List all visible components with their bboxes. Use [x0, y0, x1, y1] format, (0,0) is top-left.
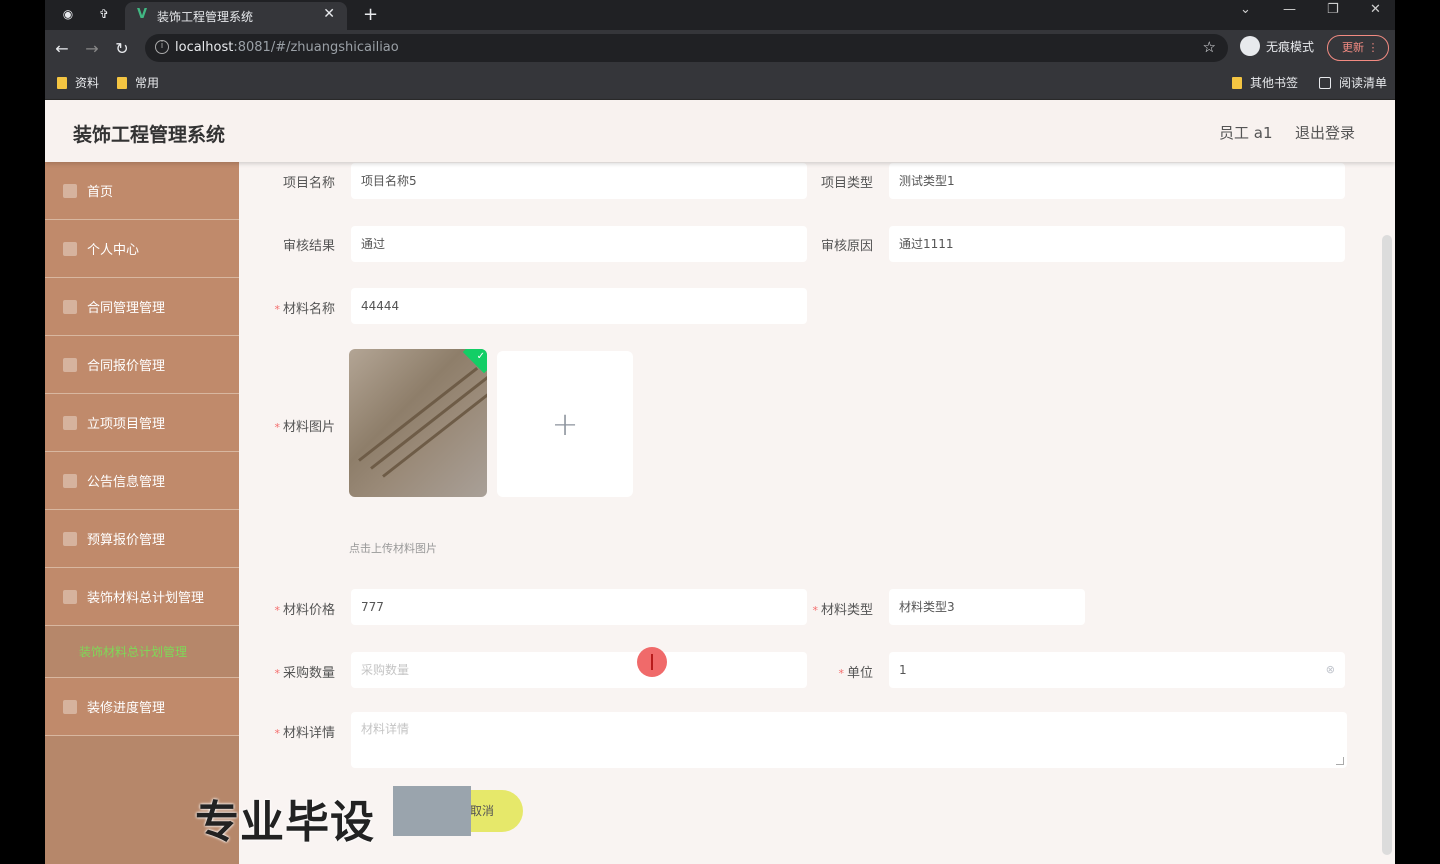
site-info-icon[interactable]: i: [155, 40, 169, 54]
incognito-indicator[interactable]: 无痕模式: [1240, 36, 1314, 56]
material-detail-label: * 材料详情: [274, 726, 335, 741]
unit-field[interactable]: 1 ⊗: [889, 652, 1345, 688]
document-icon: [63, 299, 77, 314]
sidebar-item-home[interactable]: 首页: [45, 162, 239, 220]
reload-icon[interactable]: ↻: [113, 39, 131, 58]
app-header: 装饰工程管理系统 员工 a1 退出登录: [45, 100, 1395, 162]
sidebar-item-notice[interactable]: 公告信息管理: [45, 452, 239, 510]
bookmark-star-icon[interactable]: ☆: [1203, 38, 1216, 56]
sidebar-item-progress[interactable]: 装修进度管理: [45, 678, 239, 736]
folder-icon: [117, 76, 127, 89]
bookmark-folder-ziliao[interactable]: 资料: [57, 74, 99, 91]
logout-link[interactable]: 退出登录: [1295, 122, 1355, 143]
sidebar: 首页 个人中心 合同管理管理 合同报价管理 立项项目管理 公告信息管理 预算报价…: [45, 162, 239, 864]
browser-app-icon[interactable]: ◉: [59, 5, 77, 23]
review-reason-field[interactable]: 通过1111: [889, 226, 1345, 262]
tab-title: 装饰工程管理系统: [157, 10, 254, 24]
update-button[interactable]: 更新 ⋮: [1327, 35, 1389, 61]
material-type-field[interactable]: 材料类型3: [889, 589, 1085, 625]
material-detail-textarea[interactable]: 材料详情: [351, 712, 1347, 768]
purchase-qty-field[interactable]: 采购数量: [351, 652, 807, 688]
current-user: 员工 a1: [1219, 124, 1273, 142]
reading-list-icon: [1319, 76, 1331, 89]
review-result-label: 审核结果: [282, 239, 335, 254]
plus-icon: +: [551, 405, 579, 443]
forward-icon[interactable]: →: [83, 39, 101, 58]
address-bar-row: ← → ↻ i localhost:8081/#/zhuangshicailia…: [45, 30, 1395, 66]
review-result-field[interactable]: 通过: [351, 226, 807, 262]
incognito-label: 无痕模式: [1266, 39, 1315, 54]
restore-icon[interactable]: ❐: [1327, 2, 1339, 17]
extension-icon[interactable]: ✞: [95, 5, 113, 23]
bookmark-folder-other[interactable]: 其他书签: [1232, 74, 1298, 91]
scrollbar[interactable]: [1382, 235, 1392, 855]
chart-icon: [63, 699, 77, 714]
unit-label: * 单位: [838, 666, 873, 681]
check-icon: ✓: [476, 351, 485, 362]
blurred-region: [393, 786, 471, 836]
folder-icon: [63, 415, 77, 430]
new-tab-button[interactable]: +: [363, 4, 378, 25]
incognito-icon: [1240, 36, 1260, 56]
bell-icon: [63, 473, 77, 488]
sidebar-item-contract[interactable]: 合同管理管理: [45, 278, 239, 336]
home-icon: [63, 183, 77, 198]
back-icon[interactable]: ←: [53, 39, 71, 58]
reading-list[interactable]: 阅读清单: [1319, 74, 1387, 91]
form-area: 项目名称 项目名称5 项目类型 测试类型1 审核结果 通过 审核原因 通过111…: [239, 162, 1395, 864]
material-image-label: * 材料图片: [274, 420, 335, 435]
plank-line: [370, 374, 487, 470]
project-type-field[interactable]: 测试类型1: [889, 163, 1345, 199]
material-price-field[interactable]: 777: [351, 589, 807, 625]
close-window-icon[interactable]: ✕: [1370, 2, 1381, 17]
money-icon: [63, 531, 77, 546]
url-field[interactable]: i localhost:8081/#/zhuangshicailiao ☆: [145, 34, 1228, 62]
letterbox-right: [1395, 100, 1440, 864]
material-price-label: * 材料价格: [274, 603, 335, 618]
project-name-label: 项目名称: [282, 176, 335, 191]
close-tab-icon[interactable]: ✕: [323, 6, 335, 22]
upload-image-button[interactable]: +: [497, 351, 633, 497]
folder-icon: [1232, 76, 1242, 89]
url-text: localhost:8081/#/zhuangshicailiao: [175, 40, 399, 55]
sidebar-item-profile[interactable]: 个人中心: [45, 220, 239, 278]
watermark-text: 专业毕设: [195, 797, 375, 848]
material-name-field[interactable]: 44444: [351, 288, 807, 324]
app-root: 装饰工程管理系统 员工 a1 退出登录 首页 个人中心 合同管理管理 合同报价管…: [45, 100, 1395, 864]
sidebar-subitem-material-plan[interactable]: 装饰材料总计划管理: [45, 626, 239, 678]
tab-search-icon[interactable]: ⌄: [1240, 2, 1251, 17]
letterbox-left: [0, 100, 45, 864]
sidebar-item-contract-quote[interactable]: 合同报价管理: [45, 336, 239, 394]
user-icon: [63, 241, 77, 256]
project-name-field[interactable]: 项目名称5: [351, 163, 807, 199]
bookmarks-bar: 资料 常用 其他书签 阅读清单: [45, 66, 1395, 100]
vue-icon: V: [137, 7, 148, 22]
minimize-icon[interactable]: —: [1283, 2, 1296, 17]
sidebar-item-material-plan[interactable]: 装饰材料总计划管理: [45, 568, 239, 626]
review-reason-label: 审核原因: [820, 239, 873, 254]
sidebar-item-project[interactable]: 立项项目管理: [45, 394, 239, 452]
uploaded-material-image[interactable]: ✓: [349, 349, 487, 497]
box-icon: [63, 589, 77, 604]
document-icon: [63, 357, 77, 372]
purchase-qty-label: * 采购数量: [274, 666, 335, 681]
active-tab[interactable]: V 装饰工程管理系统 ✕: [125, 2, 347, 30]
bookmark-folder-changyong[interactable]: 常用: [117, 74, 159, 91]
folder-icon: [57, 76, 67, 89]
project-type-label: 项目类型: [820, 176, 873, 191]
app-title: 装饰工程管理系统: [73, 124, 226, 146]
text-cursor: [651, 654, 653, 670]
material-name-label: * 材料名称: [274, 302, 335, 317]
material-type-label: * 材料类型: [812, 603, 873, 618]
resize-handle[interactable]: [1336, 757, 1344, 765]
browser-tab-bar: ◉ ✞ V 装饰工程管理系统 ✕ + ⌄ — ❐ ✕: [45, 0, 1395, 30]
sidebar-item-budget[interactable]: 预算报价管理: [45, 510, 239, 568]
clear-icon[interactable]: ⊗: [1326, 652, 1335, 688]
upload-tip: 点击上传材料图片: [349, 542, 437, 555]
